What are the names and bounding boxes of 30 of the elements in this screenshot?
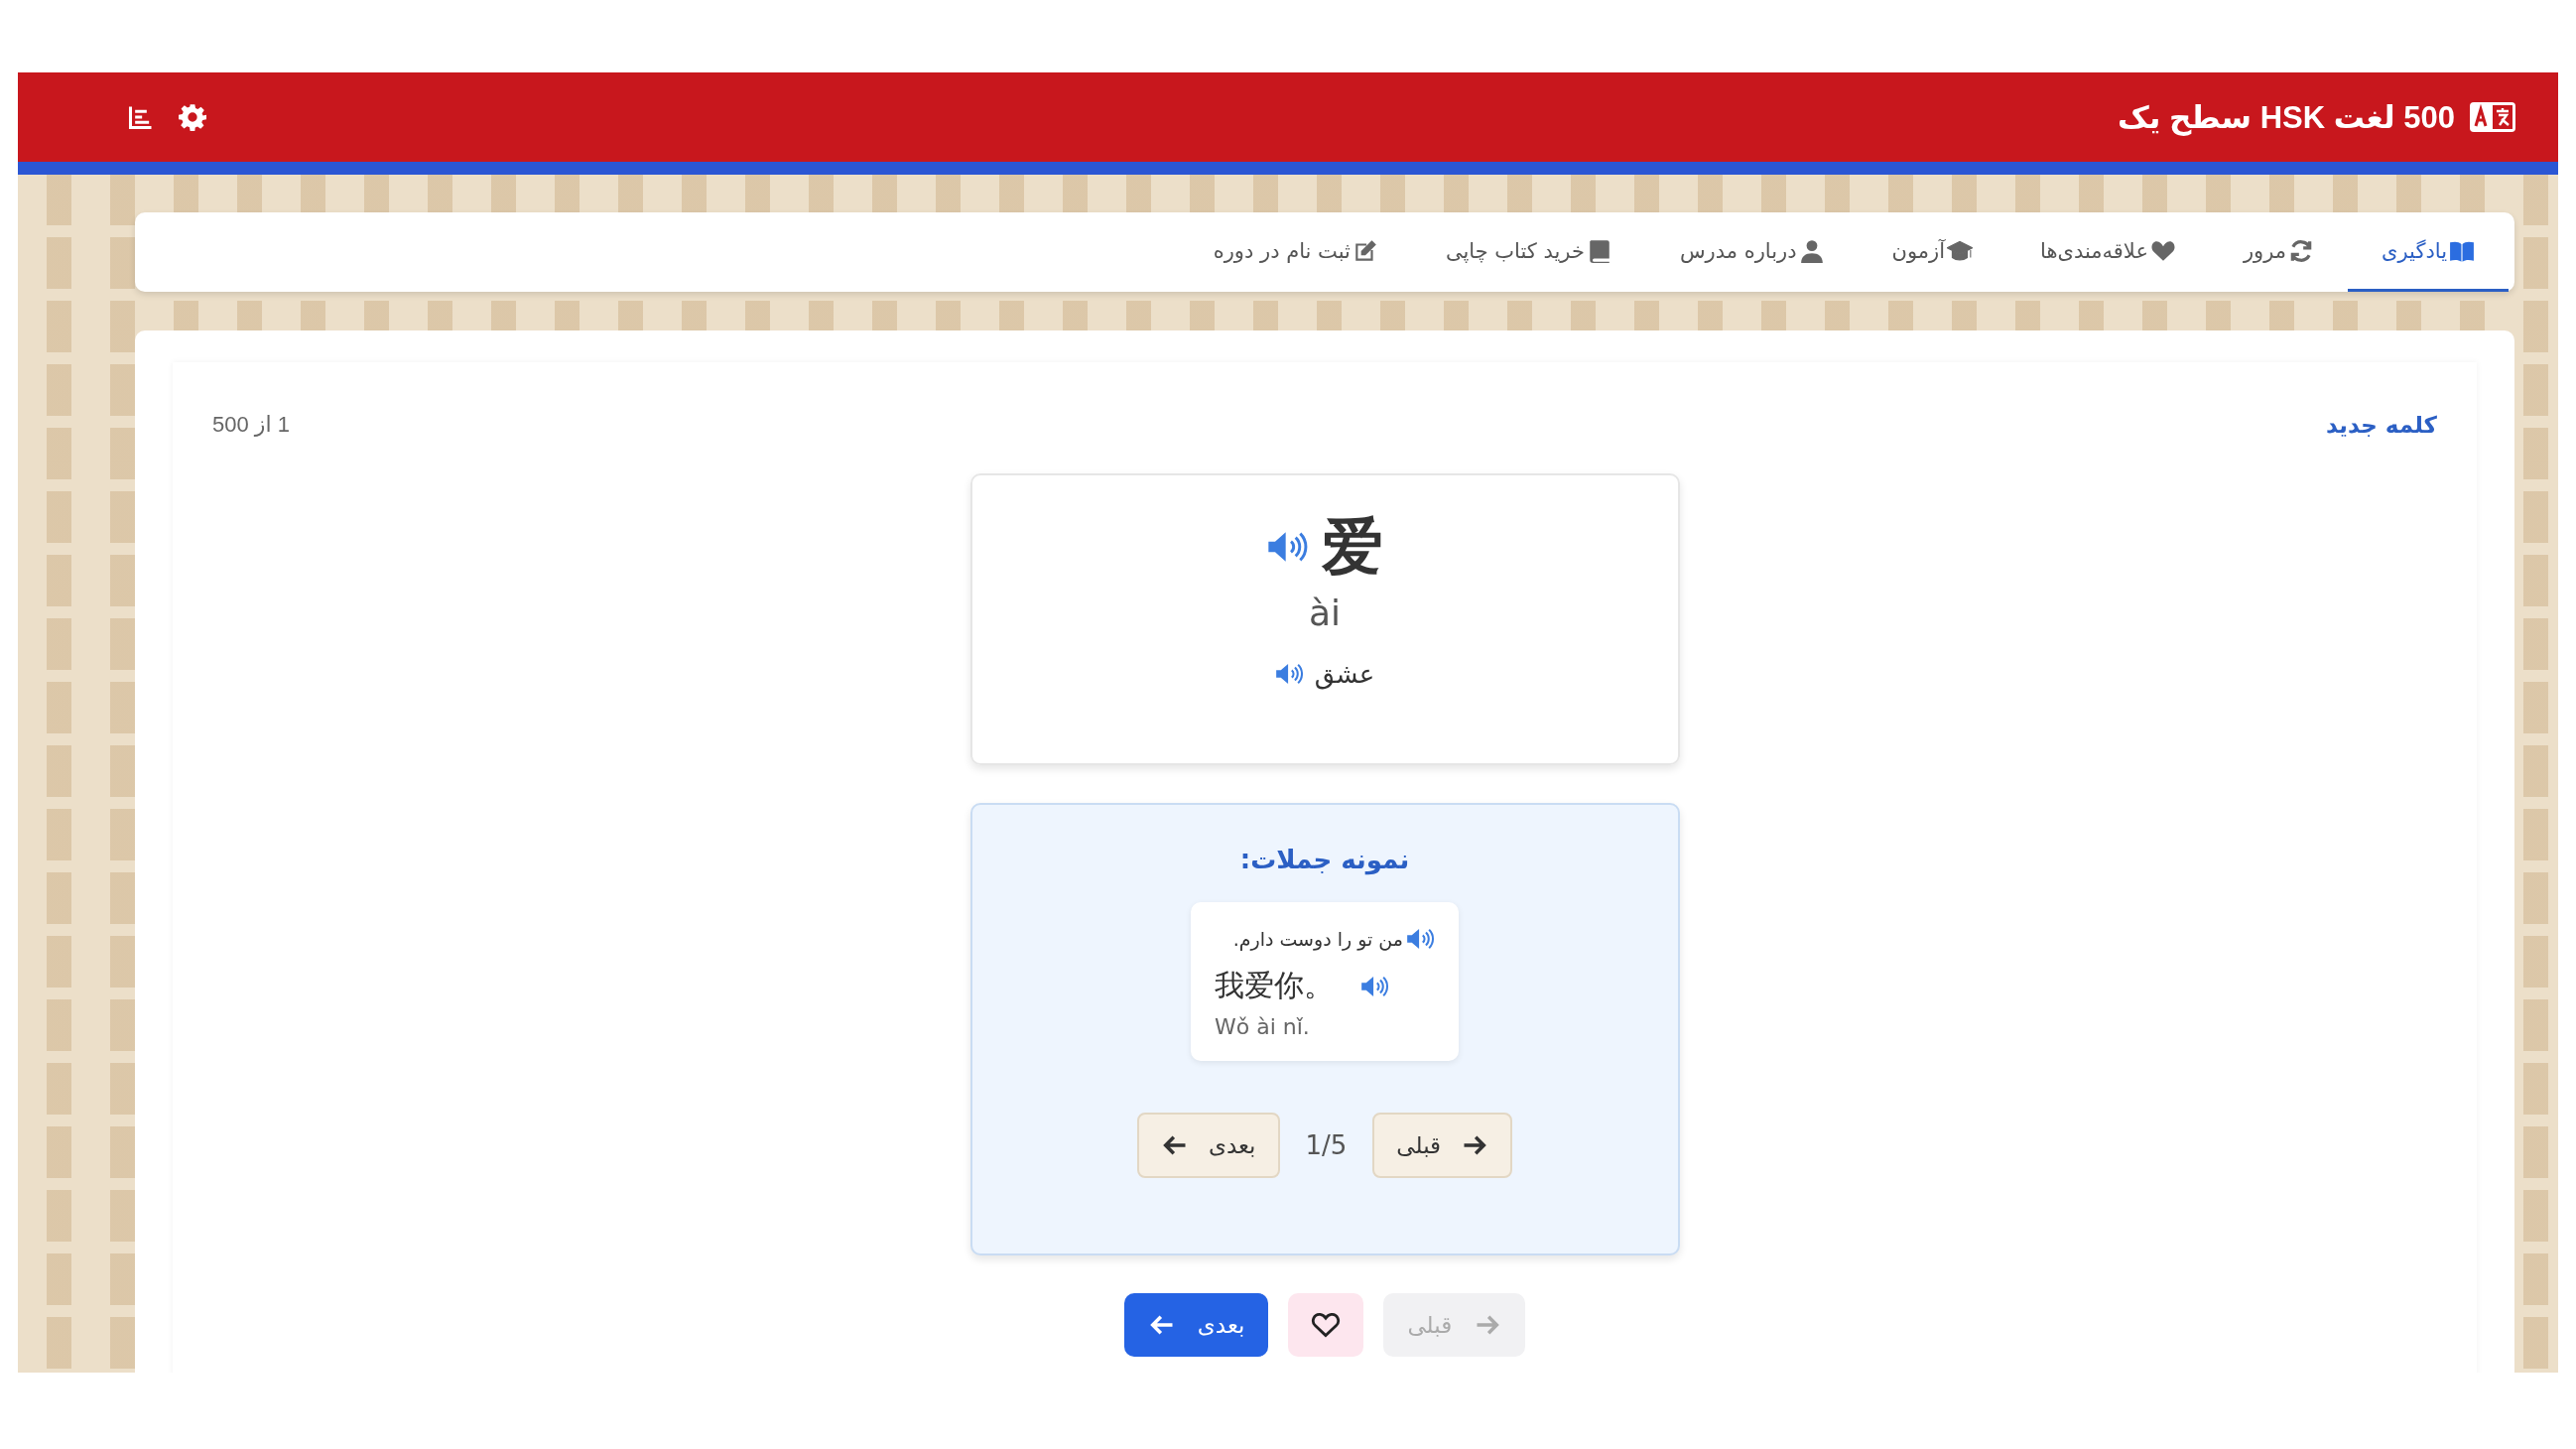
speaker-icon[interactable] <box>1359 975 1389 997</box>
pinyin-text: ài <box>1308 593 1342 634</box>
nav-tab[interactable]: یادگیری <box>2348 212 2509 292</box>
status-label: کلمه جدید <box>2326 412 2437 438</box>
user-icon <box>1798 237 1825 264</box>
nav-tab[interactable]: خرید کتاب چاپی <box>1411 212 1646 292</box>
progress-counter: 1 از 500 <box>212 412 290 438</box>
speaker-icon[interactable] <box>1274 663 1303 686</box>
nav-tab[interactable]: آزمون <box>1858 212 2007 292</box>
settings-icon[interactable] <box>179 103 206 131</box>
examples-heading: نمونه جملات: <box>1239 845 1410 874</box>
sentence-translation: من تو را دوست دارم. <box>1232 928 1403 950</box>
example-counter: 1/5 <box>1305 1130 1348 1160</box>
hanzi-word: 爱 <box>1322 513 1383 582</box>
translate-icon <box>2469 101 2516 133</box>
meaning-text: عشق <box>1314 659 1375 690</box>
nav-tab[interactable]: علاقه‌مندی‌ها <box>2006 212 2210 292</box>
next-example-button[interactable]: بعدی <box>1136 1113 1280 1178</box>
speaker-icon[interactable] <box>1405 928 1435 950</box>
next-button[interactable]: بعدی <box>1123 1293 1269 1357</box>
sentence-pinyin: Wǒ ài nǐ. <box>1215 1014 1311 1039</box>
heart-icon <box>1311 1310 1342 1340</box>
favorite-button[interactable] <box>1288 1293 1364 1357</box>
previous-example-button[interactable]: قبلی <box>1372 1113 1513 1178</box>
app-title: 500 لغت HSK سطح یک <box>2118 98 2455 136</box>
nav-tab[interactable]: درباره مدرس <box>1645 212 1859 292</box>
nav-tab[interactable]: مرور <box>2209 212 2349 292</box>
speaker-icon[interactable] <box>1266 531 1308 564</box>
nav-tab[interactable]: ثبت نام در دوره <box>1179 212 1412 292</box>
sentence-hanzi: 我爱你。 <box>1215 968 1334 1003</box>
